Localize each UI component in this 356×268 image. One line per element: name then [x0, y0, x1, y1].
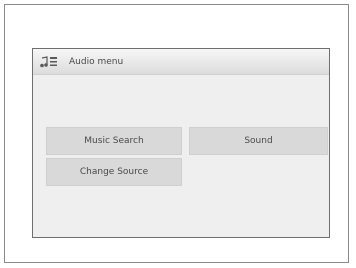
title-bar: Audio menu: [33, 49, 329, 75]
page-title: Audio menu: [69, 56, 124, 67]
page-frame: Audio menu Music Search Sound Change Sou…: [4, 4, 349, 263]
sound-button[interactable]: Sound: [189, 127, 328, 155]
music-notes-icon: [39, 55, 59, 69]
audio-menu-screen: Audio menu Music Search Sound Change Sou…: [32, 48, 330, 238]
change-source-button[interactable]: Change Source: [46, 158, 182, 186]
music-search-button[interactable]: Music Search: [46, 127, 182, 155]
